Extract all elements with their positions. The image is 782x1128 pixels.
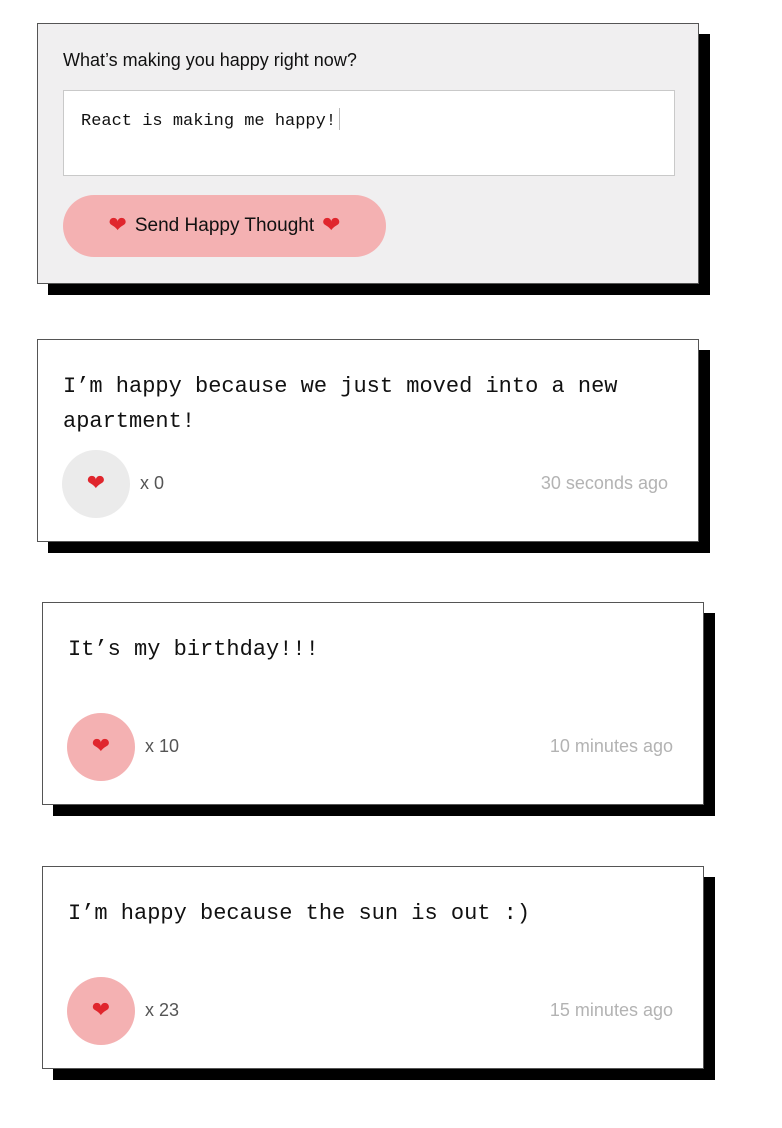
like-count: x 10	[145, 736, 180, 756]
thought-timestamp: 15 minutes ago	[549, 1000, 673, 1020]
thought-input[interactable]: React is making me happy!	[63, 90, 675, 176]
thought-message: I’m happy because we just moved into a n…	[63, 374, 618, 434]
like-button[interactable]: ❤	[62, 450, 130, 518]
heart-icon: ❤	[108, 213, 127, 238]
heart-icon: ❤	[91, 998, 111, 1023]
thought-card: It’s my birthday!!! ❤ x 10 10 minutes ag…	[42, 602, 704, 805]
heart-icon: ❤	[86, 471, 106, 496]
thought-timestamp: 10 minutes ago	[549, 736, 673, 756]
like-count: x 0	[140, 473, 165, 493]
thought-card: I’m happy because the sun is out :) ❤ x …	[42, 866, 704, 1069]
heart-icon: ❤	[322, 213, 341, 238]
thought-message: It’s my birthday!!!	[68, 637, 319, 662]
thought-timestamp: 30 seconds ago	[540, 473, 668, 493]
send-happy-thought-button[interactable]: ❤ Send Happy Thought ❤	[63, 195, 386, 257]
like-count: x 23	[145, 1000, 180, 1020]
heart-icon: ❤	[91, 734, 111, 759]
thought-message: I’m happy because the sun is out :)	[68, 901, 531, 926]
like-button[interactable]: ❤	[67, 713, 135, 781]
send-button-label: Send Happy Thought	[134, 215, 315, 236]
text-caret	[339, 108, 341, 130]
thought-input-value: React is making me happy!	[81, 112, 337, 131]
thought-card: I’m happy because we just moved into a n…	[37, 339, 699, 542]
form-label: What’s making you happy right now?	[63, 50, 357, 70]
like-button[interactable]: ❤	[67, 977, 135, 1045]
happy-thought-form: What’s making you happy right now? React…	[37, 23, 699, 284]
